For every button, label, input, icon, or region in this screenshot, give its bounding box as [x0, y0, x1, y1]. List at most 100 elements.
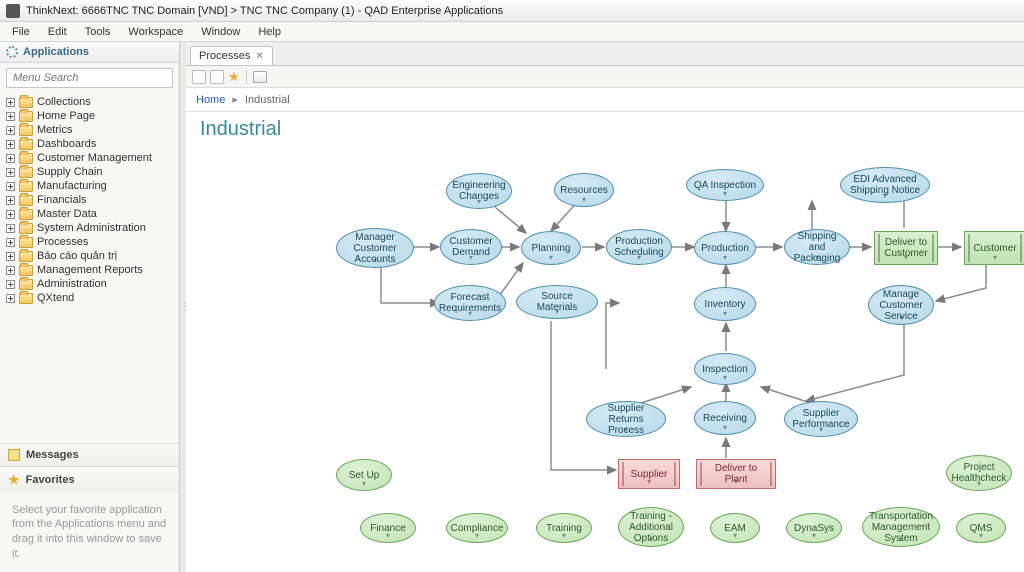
expand-icon[interactable] [6, 252, 15, 261]
node-prod-sched[interactable]: Production Scheduling▾ [606, 229, 672, 265]
expand-icon[interactable] [6, 238, 15, 247]
tab-processes[interactable]: Processes ✕ [190, 46, 273, 65]
menu-workspace[interactable]: Workspace [120, 24, 191, 40]
node-inventory[interactable]: Inventory▾ [694, 287, 756, 321]
node-ship-pack[interactable]: Shipping and Packaging▾ [784, 229, 850, 265]
favorites-hint: Select your favorite application from th… [0, 493, 179, 572]
node-deliver-plant[interactable]: Deliver to Plant▾ [696, 459, 776, 489]
node-production[interactable]: Production▾ [694, 231, 756, 265]
expand-icon[interactable] [6, 196, 15, 205]
node-cust-demand[interactable]: Customer Demand▾ [440, 229, 502, 265]
gear-icon [6, 46, 18, 58]
node-eng-changes[interactable]: Engineering Changes▾ [446, 173, 512, 209]
messages-panel[interactable]: Messages [0, 443, 179, 466]
node-forecast[interactable]: Forecast Requirements▾ [434, 285, 506, 321]
node-dynasys[interactable]: DynaSys▾ [786, 513, 842, 543]
expand-icon[interactable] [6, 294, 15, 303]
expand-icon[interactable] [6, 140, 15, 149]
chevron-down-icon: ▾ [723, 424, 727, 433]
chevron-down-icon: ▾ [386, 532, 390, 541]
expand-icon[interactable] [6, 168, 15, 177]
sidebar-item-manufacturing[interactable]: Manufacturing [4, 179, 175, 193]
print-icon[interactable] [253, 71, 267, 83]
sidebar-item-label: Processes [37, 236, 88, 248]
node-qa-insp[interactable]: QA Inspection▾ [686, 169, 764, 201]
menu-tools[interactable]: Tools [77, 24, 119, 40]
sidebar-item-administration[interactable]: Administration [4, 277, 175, 291]
node-customer[interactable]: Customer▾ [964, 231, 1024, 265]
node-training-addl[interactable]: Training - Additional Options▾ [618, 507, 684, 547]
menu-window[interactable]: Window [193, 24, 248, 40]
messages-icon [8, 449, 20, 461]
node-training[interactable]: Training▾ [536, 513, 592, 543]
node-deliver-cust[interactable]: Deliver to Customer▾ [874, 231, 938, 265]
node-finance[interactable]: Finance▾ [360, 513, 416, 543]
toolbar-btn-1[interactable] [192, 70, 206, 84]
sidebar-item-collections[interactable]: Collections [4, 95, 175, 109]
sidebar-item-home-page[interactable]: Home Page [4, 109, 175, 123]
process-diagram[interactable]: Manager Customer Accounts▾ Engineering Ch… [186, 143, 1024, 572]
toolbar-btn-2[interactable] [210, 70, 224, 84]
sidebar-item-qxtend[interactable]: QXtend [4, 291, 175, 305]
node-setup[interactable]: Set Up▾ [336, 459, 392, 491]
expand-icon[interactable] [6, 224, 15, 233]
expand-icon[interactable] [6, 266, 15, 275]
expand-icon[interactable] [6, 182, 15, 191]
node-supplier[interactable]: Supplier▾ [618, 459, 680, 489]
applications-label: Applications [23, 46, 89, 58]
expand-icon[interactable] [6, 98, 15, 107]
menu-file[interactable]: File [4, 24, 38, 40]
node-edi[interactable]: EDI Advanced Shipping Notice▾ [840, 167, 930, 203]
sidebar-item-customer-management[interactable]: Customer Management [4, 151, 175, 165]
sidebar-item-processes[interactable]: Processes [4, 235, 175, 249]
sidebar-item-label: Báo cáo quản trị [37, 250, 117, 262]
node-mgr-cust-acc[interactable]: Manager Customer Accounts▾ [336, 228, 414, 268]
node-src-mat[interactable]: Source Materials▾ [516, 285, 598, 319]
folder-icon [19, 153, 33, 164]
node-planning[interactable]: Planning▾ [521, 231, 581, 265]
node-compliance[interactable]: Compliance▾ [446, 513, 508, 543]
chevron-down-icon: ▾ [469, 254, 473, 263]
chevron-down-icon: ▾ [562, 532, 566, 541]
close-icon[interactable]: ✕ [255, 51, 263, 62]
expand-icon[interactable] [6, 126, 15, 135]
menu-edit[interactable]: Edit [40, 24, 75, 40]
chevron-down-icon: ▾ [649, 536, 653, 545]
sidebar-item-b-o-c-o-qu-n-tr-[interactable]: Báo cáo quản trị [4, 249, 175, 263]
folder-icon [19, 111, 33, 122]
chevron-down-icon: ▾ [904, 254, 908, 263]
folder-icon [19, 181, 33, 192]
chevron-down-icon: ▾ [734, 478, 738, 487]
favorite-icon[interactable]: ★ [228, 69, 240, 85]
expand-icon[interactable] [6, 280, 15, 289]
chevron-down-icon: ▾ [815, 254, 819, 263]
node-sup-ret[interactable]: Supplier Returns Process▾ [586, 401, 666, 437]
sidebar-item-system-administration[interactable]: System Administration [4, 221, 175, 235]
expand-icon[interactable] [6, 210, 15, 219]
node-proj-health[interactable]: Project Healthcheck▾ [946, 455, 1012, 491]
sidebar-item-management-reports[interactable]: Management Reports [4, 263, 175, 277]
menu-help[interactable]: Help [250, 24, 289, 40]
node-receiving[interactable]: Receiving▾ [694, 401, 756, 435]
node-mng-cust-svc[interactable]: Manage Customer Service▾ [868, 285, 934, 325]
node-tms[interactable]: Transportation Management System▾ [862, 507, 940, 547]
chevron-down-icon: ▾ [977, 480, 981, 489]
node-inspection[interactable]: Inspection▾ [694, 353, 756, 385]
favorites-panel[interactable]: ★ Favorites [0, 466, 179, 493]
sidebar-item-metrics[interactable]: Metrics [4, 123, 175, 137]
node-eam[interactable]: EAM▾ [710, 513, 760, 543]
sidebar-item-supply-chain[interactable]: Supply Chain [4, 165, 175, 179]
breadcrumb-home[interactable]: Home [196, 94, 225, 106]
folder-icon [19, 293, 33, 304]
menu-search-input[interactable] [6, 68, 173, 88]
sidebar-item-dashboards[interactable]: Dashboards [4, 137, 175, 151]
expand-icon[interactable] [6, 154, 15, 163]
breadcrumb: Home ▸ Industrial [186, 88, 1024, 112]
expand-icon[interactable] [6, 112, 15, 121]
node-resources[interactable]: Resources▾ [554, 173, 614, 207]
node-sup-perf[interactable]: Supplier Performance▾ [784, 401, 858, 437]
node-qms[interactable]: QMS▾ [956, 513, 1006, 543]
sidebar-item-financials[interactable]: Financials [4, 193, 175, 207]
sidebar-item-master-data[interactable]: Master Data [4, 207, 175, 221]
sidebar-item-label: Dashboards [37, 138, 96, 150]
